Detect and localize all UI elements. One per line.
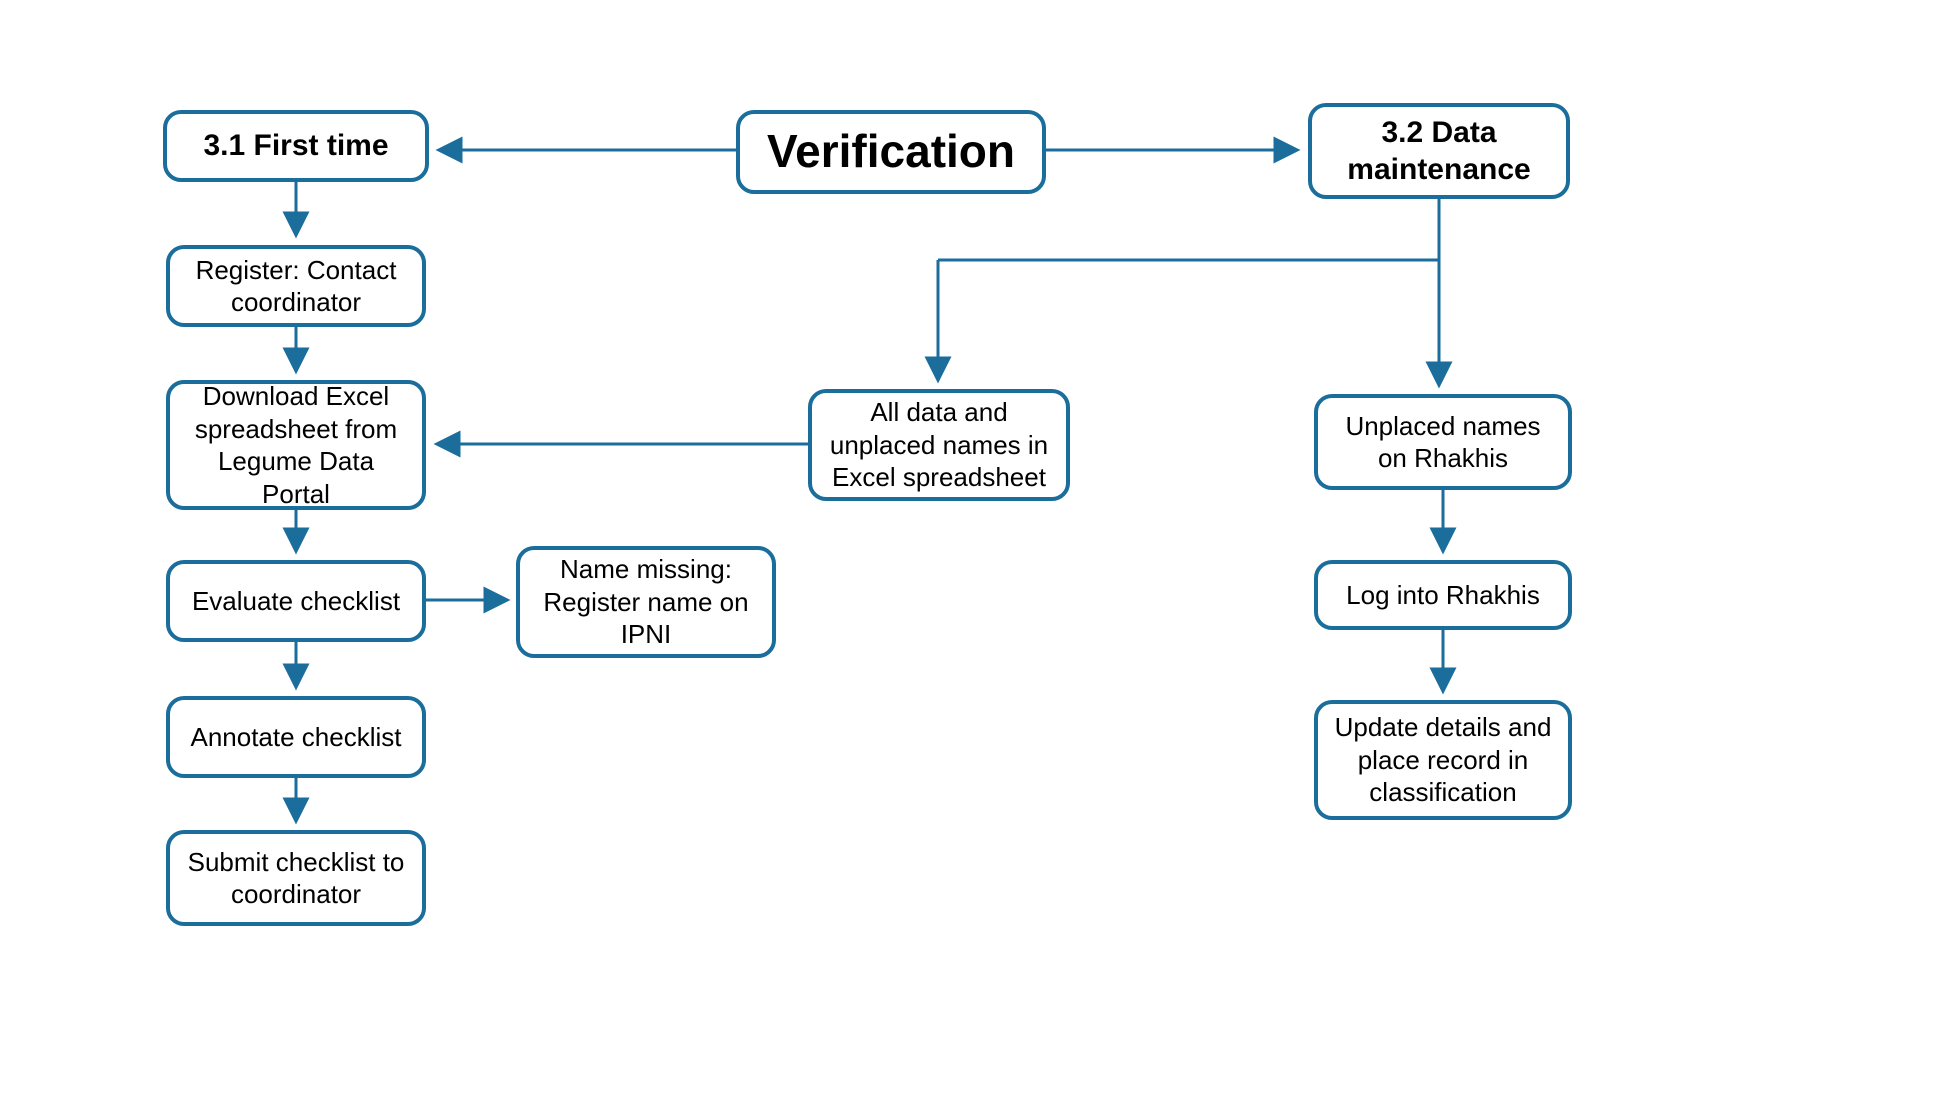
node-log-into-rhakhis-label: Log into Rhakhis <box>1346 579 1540 612</box>
node-name-missing: Name missing: Register name on IPNI <box>516 546 776 658</box>
node-all-data-unplaced: All data and unplaced names in Excel spr… <box>808 389 1070 501</box>
node-submit-checklist-label: Submit checklist to coordinator <box>184 846 408 911</box>
node-annotate-checklist-label: Annotate checklist <box>190 721 401 754</box>
node-submit-checklist: Submit checklist to coordinator <box>166 830 426 926</box>
node-unplaced-rhakhis: Unplaced names on Rhakhis <box>1314 394 1572 490</box>
node-log-into-rhakhis: Log into Rhakhis <box>1314 560 1572 630</box>
node-register-contact: Register: Contact coordinator <box>166 245 426 327</box>
node-download-excel: Download Excel spreadsheet from Legume D… <box>166 380 426 510</box>
node-update-details-label: Update details and place record in class… <box>1332 711 1554 809</box>
node-name-missing-label: Name missing: Register name on IPNI <box>534 553 758 651</box>
node-download-excel-label: Download Excel spreadsheet from Legume D… <box>184 380 408 510</box>
flowchart-canvas: Verification 3.1 First time 3.2 Data mai… <box>0 0 1938 1105</box>
node-all-data-unplaced-label: All data and unplaced names in Excel spr… <box>826 396 1052 494</box>
node-annotate-checklist: Annotate checklist <box>166 696 426 778</box>
node-register-contact-label: Register: Contact coordinator <box>184 254 408 319</box>
node-unplaced-rhakhis-label: Unplaced names on Rhakhis <box>1332 410 1554 475</box>
node-data-maintenance: 3.2 Data maintenance <box>1308 103 1570 199</box>
node-update-details: Update details and place record in class… <box>1314 700 1572 820</box>
node-verification: Verification <box>736 110 1046 194</box>
node-first-time: 3.1 First time <box>163 110 429 182</box>
node-evaluate-checklist: Evaluate checklist <box>166 560 426 642</box>
node-evaluate-checklist-label: Evaluate checklist <box>192 585 400 618</box>
node-first-time-label: 3.1 First time <box>203 127 388 165</box>
node-verification-label: Verification <box>767 123 1015 181</box>
node-data-maintenance-label: 3.2 Data maintenance <box>1326 114 1552 189</box>
